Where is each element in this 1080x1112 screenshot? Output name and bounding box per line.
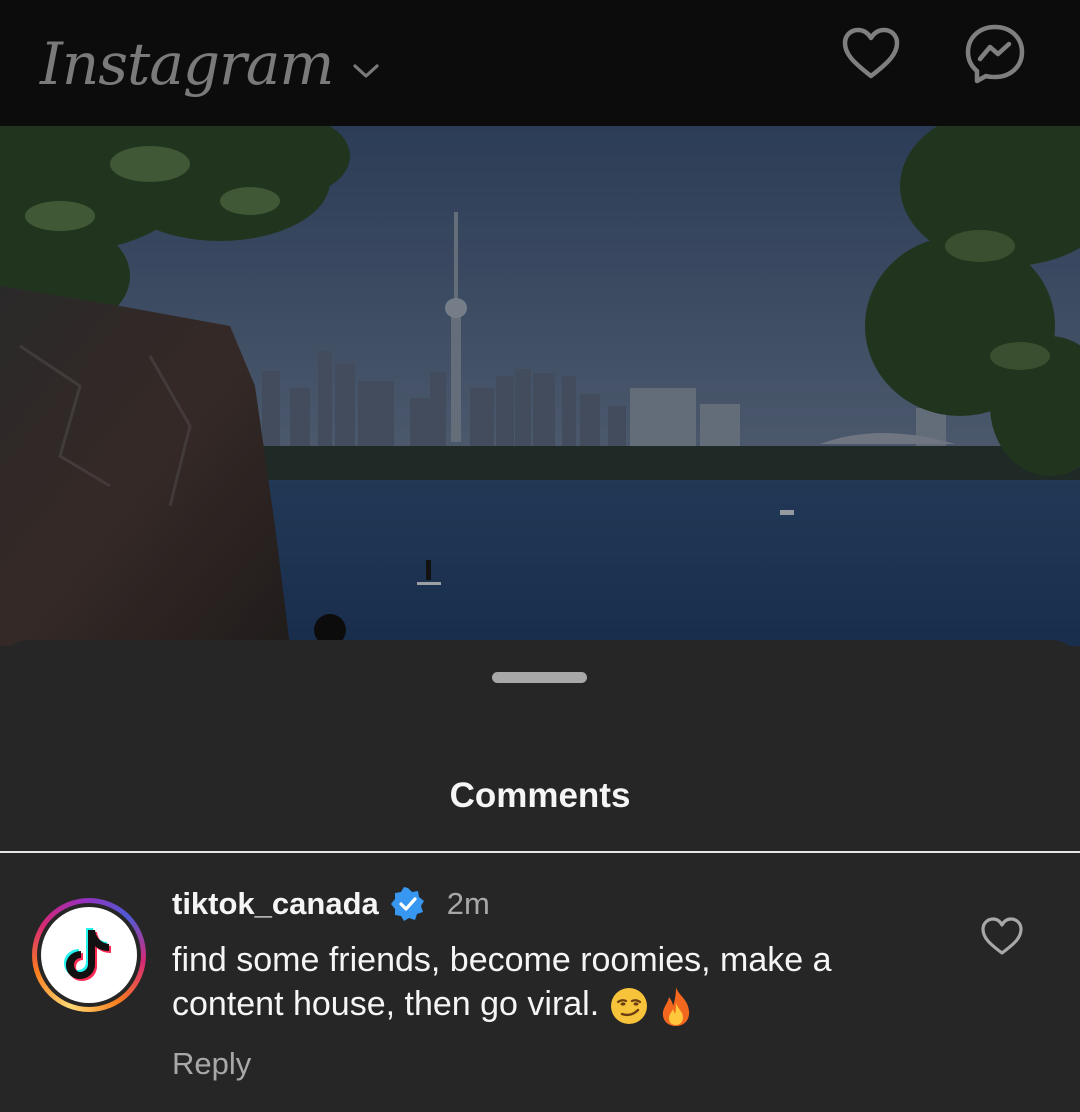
instagram-screen: Instagram Comments tiktok_canada 2m find… [0,0,1080,1112]
tiktok-logo-icon [64,928,111,981]
smirking-face-emoji [610,988,647,1025]
fire-emoji [662,987,690,1027]
comment-text: find some friends, become roomies, make … [172,941,832,1023]
comment-item: tiktok_canada 2m find some friends, beco… [0,854,1080,1112]
comment-timestamp: 2m [446,886,490,921]
instagram-logo-menu[interactable]: Instagram [40,14,381,114]
photo-dim-overlay [0,126,1080,646]
avatar[interactable] [32,898,146,1012]
comment-username[interactable]: tiktok_canada [172,886,379,922]
divider [0,851,1080,853]
instagram-logo: Instagram [40,30,334,98]
reply-button[interactable]: Reply [172,1046,251,1082]
post-photo [0,126,1080,646]
comment-header: tiktok_canada 2m [172,882,490,926]
verified-badge-icon [390,887,424,921]
sheet-title: Comments [449,776,631,815]
top-bar: Instagram [0,0,1080,126]
heart-icon[interactable] [839,22,903,86]
heart-outline-icon[interactable] [979,914,1025,960]
chevron-down-icon [353,64,379,78]
comment-body: find some friends, become roomies, make … [172,938,932,1027]
sheet-drag-handle[interactable] [492,672,587,683]
messenger-icon[interactable] [963,22,1027,86]
comments-sheet: Comments tiktok_canada 2m find some frie… [0,640,1080,1112]
